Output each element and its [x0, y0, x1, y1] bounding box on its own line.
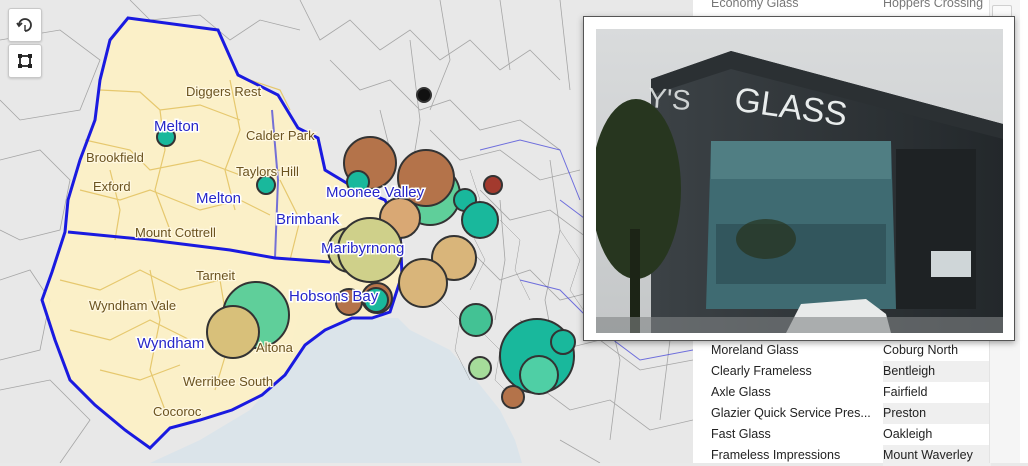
map-label: Brimbank — [276, 211, 340, 228]
map-label: Taylors Hill — [236, 164, 299, 179]
data-bubble[interactable] — [398, 258, 448, 308]
map-label: Werribee South — [183, 374, 273, 389]
map-label: Melton — [196, 190, 241, 207]
business-name-cell: Glazier Quick Service Pres... — [711, 406, 871, 420]
rectangle-select-button[interactable] — [8, 44, 42, 78]
data-bubble[interactable] — [206, 305, 260, 359]
data-bubble[interactable] — [483, 175, 503, 195]
suburb-cell: Preston — [883, 403, 991, 424]
table-row[interactable]: Fast Glass Oakleigh — [693, 424, 1028, 445]
map-label: Tarneit — [196, 268, 235, 283]
business-name-cell: Fast Glass — [711, 427, 771, 441]
table-row[interactable]: Clearly Frameless Bentleigh — [693, 361, 1028, 382]
photo-sign-partial-text: Y'S — [647, 82, 692, 116]
map-label: Mount Cottrell — [135, 225, 216, 240]
map-label: Cocoroc — [153, 404, 202, 419]
data-bubble[interactable] — [461, 201, 499, 239]
suburb-cell: Hoppers Crossing — [883, 0, 984, 10]
business-name-cell: Economy Glass — [711, 0, 799, 10]
data-bubble[interactable] — [459, 303, 493, 337]
map-label: Hobsons Bay — [289, 288, 379, 305]
data-bubble[interactable] — [468, 356, 492, 380]
map-label: Calder Park — [246, 128, 315, 143]
map-label: Maribyrnong — [321, 240, 404, 257]
suburb-cell: Oakleigh — [883, 427, 933, 441]
table-body: Moreland Glass Coburg North Clearly Fram… — [693, 340, 1028, 466]
data-bubble[interactable] — [519, 355, 559, 395]
map-label: Wyndham — [137, 335, 204, 352]
reset-view-button[interactable] — [8, 8, 42, 42]
map-label: Diggers Rest — [186, 84, 262, 99]
table-row[interactable]: Economy Glass Hoppers Crossing — [693, 0, 993, 14]
storefront-photo: GLASS Y'S — [596, 29, 1003, 333]
map-label: Moonee Valley — [326, 184, 425, 201]
business-name-cell: Moreland Glass — [711, 343, 799, 357]
rotate-arrow-icon — [16, 18, 32, 32]
map-label: Melton — [154, 118, 199, 135]
image-popup: GLASS Y'S — [583, 16, 1015, 341]
data-bubble[interactable] — [416, 87, 432, 103]
suburb-cell: Fairfield — [883, 385, 928, 399]
map-label: Brookfield — [86, 150, 144, 165]
data-bubble[interactable] — [550, 329, 576, 355]
table-row[interactable]: Axle Glass Fairfield — [693, 382, 1028, 403]
table-row[interactable]: Glazier Quick Service Pres... Preston — [693, 403, 1028, 424]
data-bubble[interactable] — [501, 385, 525, 409]
business-name-cell: Clearly Frameless — [711, 364, 812, 378]
rectangle-select-icon — [18, 54, 32, 68]
map-label: Wyndham Vale — [89, 298, 176, 313]
map-label: Exford — [93, 179, 131, 194]
business-name-cell: Axle Glass — [711, 385, 771, 399]
suburb-cell: Bentleigh — [883, 361, 991, 382]
table-row[interactable]: Moreland Glass Coburg North — [693, 340, 1028, 361]
suburb-cell: Coburg North — [883, 343, 959, 357]
map-label: Altona — [256, 340, 294, 355]
